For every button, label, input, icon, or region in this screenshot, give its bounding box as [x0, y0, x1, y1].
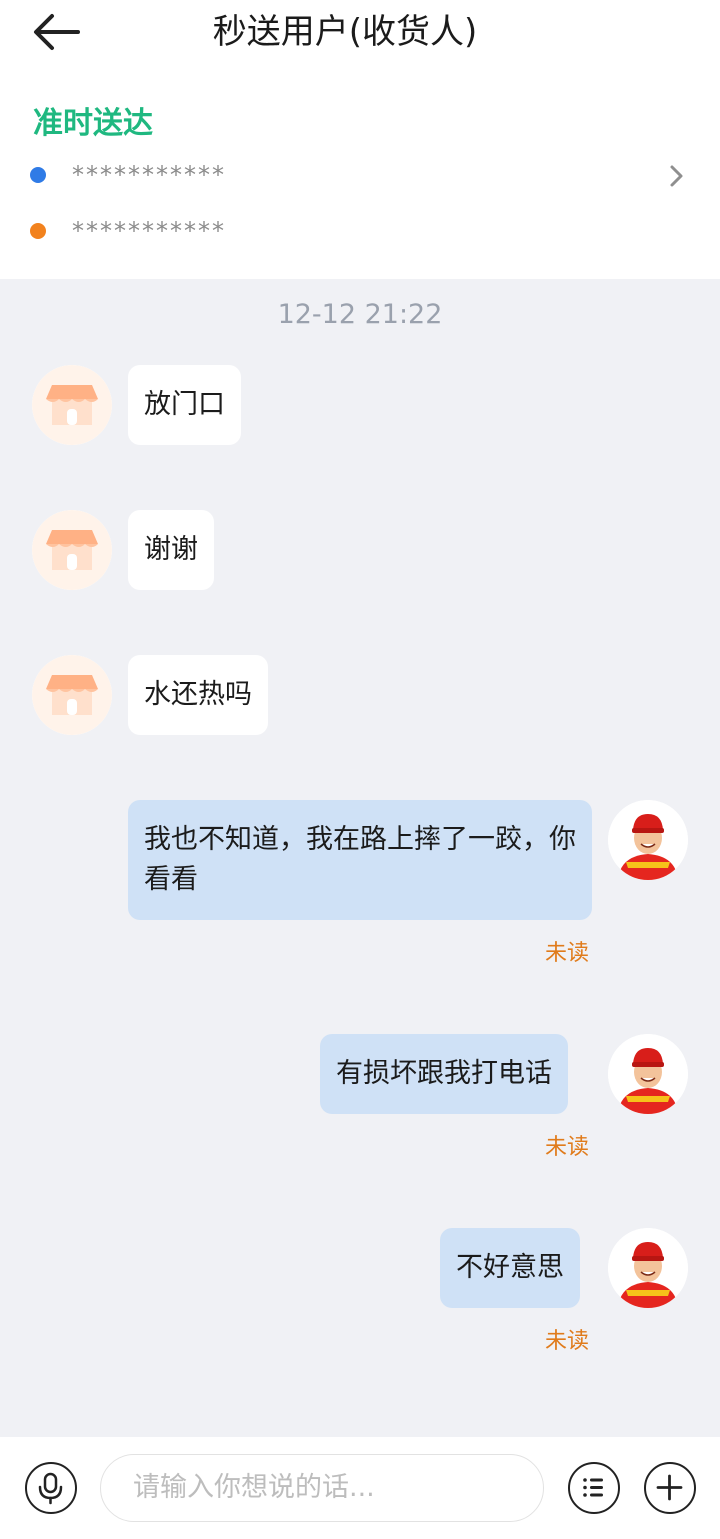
message-bubble[interactable]: 有损坏跟我打电话 [320, 1034, 568, 1114]
dropoff-dot-icon [30, 223, 46, 239]
chat-area[interactable]: 12-12 21:22 放门口 谢谢 水还热吗 我也不知道，我在路上摔了一跤，你… [0, 279, 720, 1437]
pickup-address-row: *********** [30, 155, 690, 195]
pickup-address: *********** [72, 161, 226, 189]
unread-status: 未读 [545, 941, 590, 966]
message-bubble[interactable]: 我也不知道，我在路上摔了一跤，你看看 [128, 800, 592, 920]
back-arrow-icon[interactable] [30, 10, 82, 54]
shop-avatar-icon[interactable] [32, 510, 112, 590]
composer-bar: 请输入你想说的话... [0, 1437, 720, 1539]
courier-avatar-icon[interactable] [608, 1034, 688, 1114]
list-icon[interactable] [568, 1462, 620, 1514]
message-timestamp: 12-12 21:22 [277, 299, 443, 330]
shop-avatar-icon[interactable] [32, 655, 112, 735]
dropoff-address: *********** [72, 217, 226, 245]
microphone-icon[interactable] [25, 1462, 77, 1514]
unread-status: 未读 [545, 1135, 590, 1160]
delivery-status: 准时送达 [33, 106, 153, 141]
message-bubble[interactable]: 谢谢 [128, 510, 214, 590]
message-bubble[interactable]: 放门口 [128, 365, 241, 445]
message-bubble[interactable]: 不好意思 [440, 1228, 580, 1308]
courier-avatar-icon[interactable] [608, 1228, 688, 1308]
unread-status: 未读 [545, 1329, 590, 1354]
plus-icon[interactable] [644, 1462, 696, 1514]
order-info-card[interactable]: 准时送达 *********** *********** [0, 64, 720, 279]
message-input[interactable]: 请输入你想说的话... [100, 1454, 544, 1522]
dropoff-address-row: *********** [30, 211, 690, 251]
message-bubble[interactable]: 水还热吗 [128, 655, 268, 735]
shop-avatar-icon[interactable] [32, 365, 112, 445]
top-bar: 秒送用户(收货人) [0, 0, 720, 64]
page-title: 秒送用户(收货人) [212, 12, 478, 52]
chevron-right-icon[interactable] [666, 162, 688, 190]
courier-avatar-icon[interactable] [608, 800, 688, 880]
pickup-dot-icon [30, 167, 46, 183]
